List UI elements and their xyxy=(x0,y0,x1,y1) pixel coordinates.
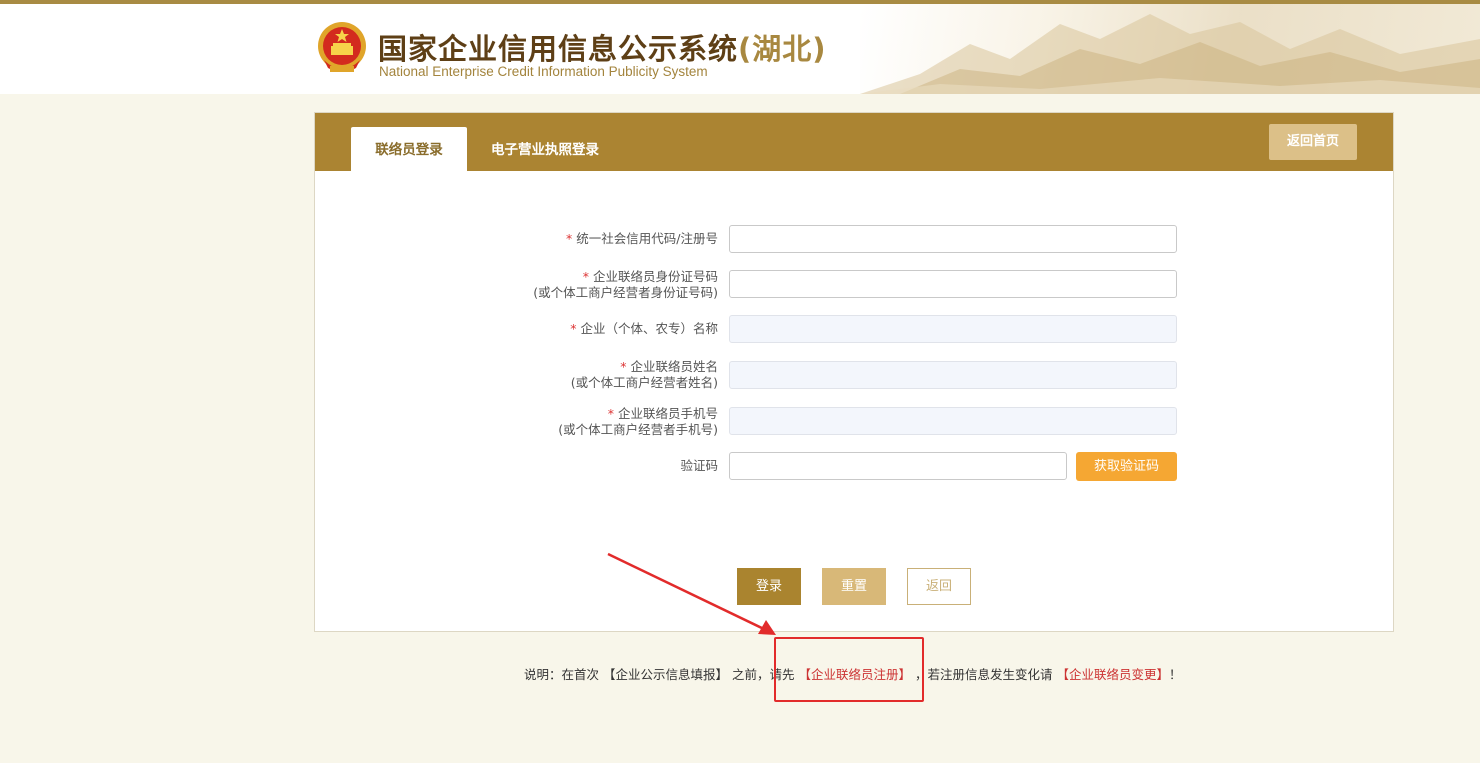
mountain-banner-art xyxy=(860,4,1480,94)
annotation-highlight-box xyxy=(774,637,924,702)
back-to-home-button[interactable]: 返回首页 xyxy=(1269,124,1357,160)
liaison-name-input xyxy=(729,361,1177,389)
site-title-english: National Enterprise Credit Information P… xyxy=(379,64,708,79)
company-name-input xyxy=(729,315,1177,343)
captcha-input[interactable] xyxy=(729,452,1067,480)
panel-tab-bar: 联络员登录 电子营业执照登录 返回首页 xyxy=(315,113,1393,171)
liaison-phone-label: * 企业联络员手机号 (或个体工商户经营者手机号) xyxy=(558,406,718,437)
annotation-arrow-icon xyxy=(607,552,776,635)
required-marker: * xyxy=(620,359,627,374)
site-title-region: (湖北) xyxy=(738,32,827,66)
credit-code-input[interactable] xyxy=(729,225,1177,253)
tab-liaison-login[interactable]: 联络员登录 xyxy=(351,127,467,171)
site-title: 国家企业信用信息公示系统(湖北) xyxy=(378,32,827,66)
required-marker: * xyxy=(566,231,573,246)
liaison-change-link[interactable]: 【企业联络员变更】 xyxy=(1056,667,1169,682)
get-captcha-button[interactable]: 获取验证码 xyxy=(1076,452,1177,481)
back-button[interactable]: 返回 xyxy=(907,568,971,605)
tab-e-license-login[interactable]: 电子营业执照登录 xyxy=(475,127,615,171)
credit-code-label: * 统一社会信用代码/注册号 xyxy=(566,231,718,246)
required-marker: * xyxy=(607,406,614,421)
liaison-id-label: * 企业联络员身份证号码 (或个体工商户经营者身份证号码) xyxy=(533,269,718,300)
liaison-name-label: * 企业联络员姓名 (或个体工商户经营者姓名) xyxy=(570,359,718,390)
required-marker: * xyxy=(570,321,577,336)
site-header: 国家企业信用信息公示系统(湖北) National Enterprise Cre… xyxy=(0,4,1480,94)
required-marker: * xyxy=(582,269,589,284)
captcha-label: 验证码 xyxy=(680,458,718,473)
reset-button[interactable]: 重置 xyxy=(822,568,886,605)
login-panel: 联络员登录 电子营业执照登录 返回首页 * 统一社会信用代码/注册号 * 企业联络员… xyxy=(314,112,1394,632)
national-emblem-icon xyxy=(316,20,368,78)
company-name-label: * 企业（个体、农专）名称 xyxy=(570,321,718,336)
liaison-phone-input xyxy=(729,407,1177,435)
liaison-id-input[interactable] xyxy=(729,270,1177,298)
